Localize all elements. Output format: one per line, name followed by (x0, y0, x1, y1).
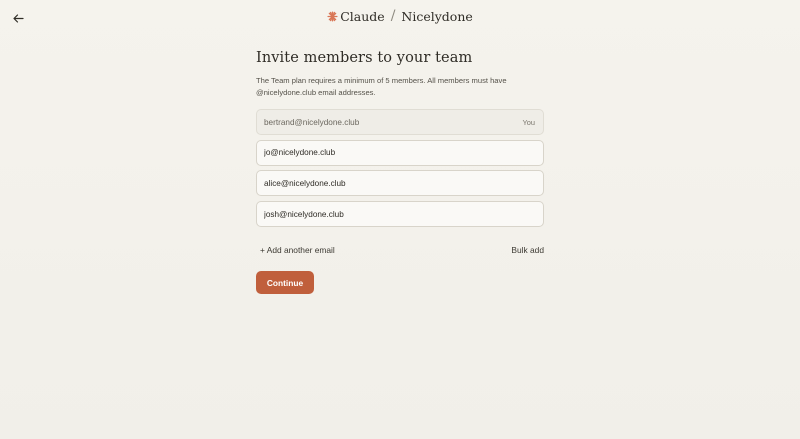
bulk-add-button[interactable]: Bulk add (511, 245, 544, 255)
brand-separator: / (390, 8, 396, 24)
page-title: Invite members to your team (256, 50, 473, 66)
add-email-button[interactable]: + Add another email (260, 245, 335, 255)
email-field[interactable] (256, 139, 544, 166)
you-badge: You (522, 118, 535, 127)
owner-email: bertrand@nicelydone.club (264, 117, 360, 127)
brand-name: Claude (340, 8, 385, 24)
email-input[interactable] (264, 148, 536, 158)
invite-form: Invite members to your team The Team pla… (256, 50, 544, 295)
email-field[interactable] (256, 170, 544, 197)
email-input[interactable] (264, 209, 536, 219)
email-input[interactable] (264, 178, 536, 188)
continue-button[interactable]: Continue (256, 271, 314, 295)
email-field-owner: bertrand@nicelydone.club You (256, 109, 544, 135)
page-description: The Team plan requires a minimum of 5 me… (256, 76, 507, 97)
email-field[interactable] (256, 201, 544, 228)
top-bar: Claude / Nicelydone (0, 0, 800, 36)
brand-header: Claude / Nicelydone (0, 8, 800, 24)
org-name: Nicelydone (401, 8, 473, 24)
email-actions: + Add another email Bulk add (256, 245, 544, 255)
email-list: bertrand@nicelydone.club You (256, 109, 544, 228)
claude-logo-icon (327, 10, 338, 22)
